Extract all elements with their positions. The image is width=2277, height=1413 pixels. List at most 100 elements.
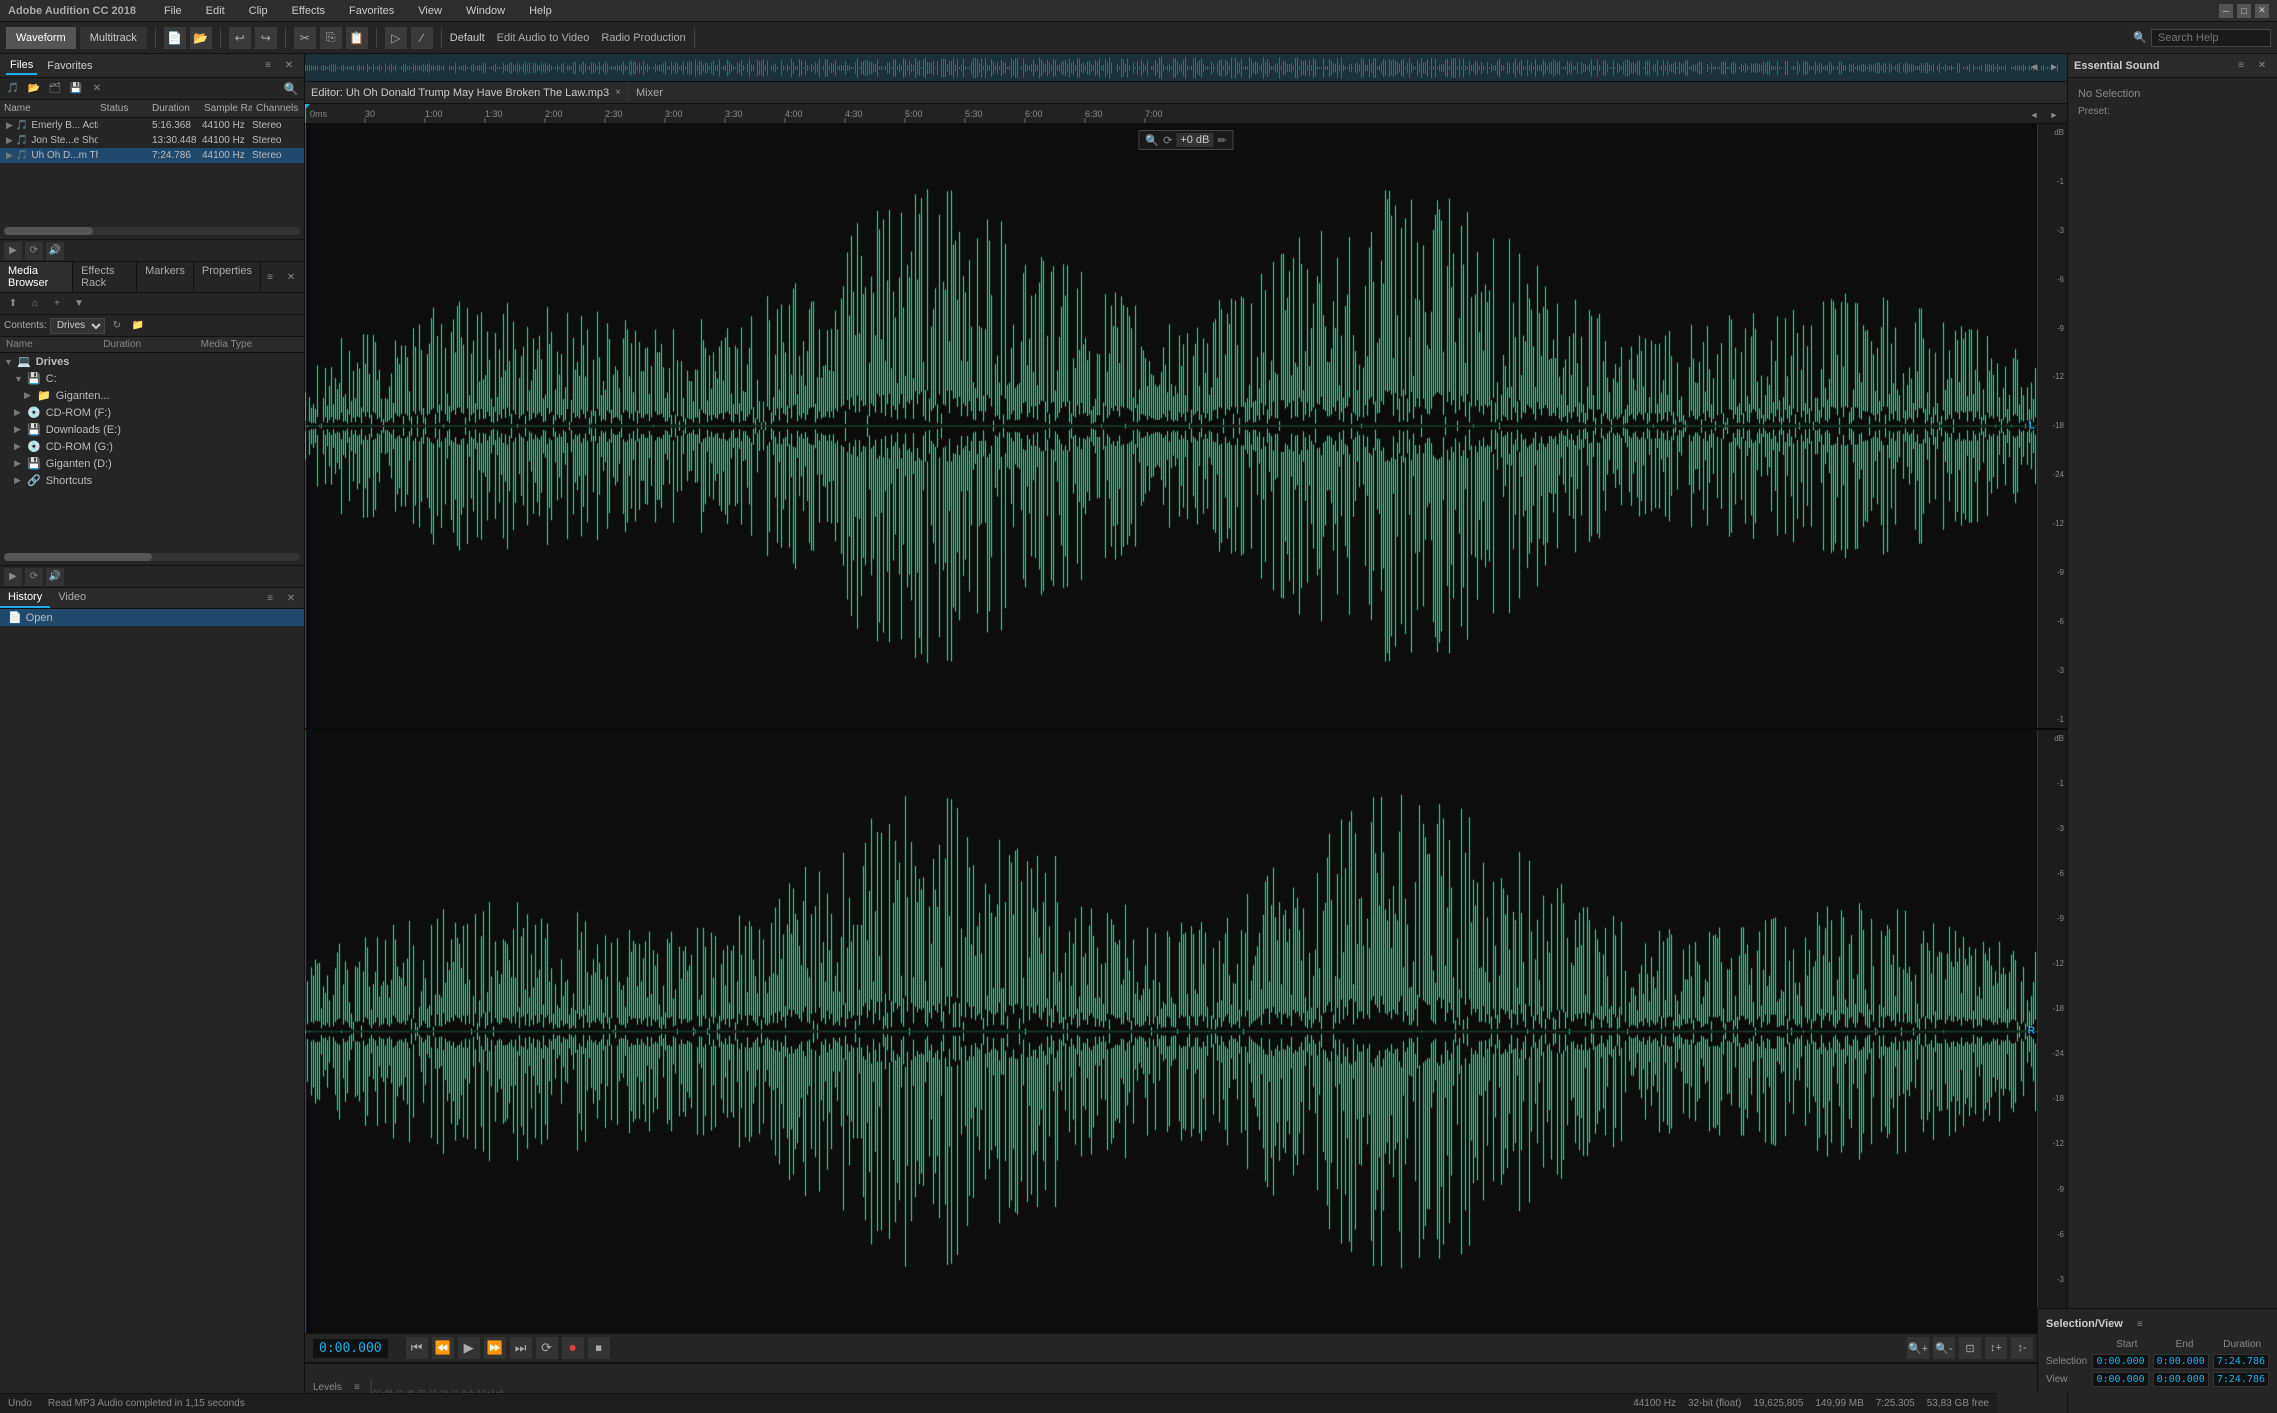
next-btn[interactable]: ⏩ [484, 1337, 506, 1359]
zoom-out-amp-btn[interactable]: ↕- [2011, 1337, 2033, 1359]
panel-close-icon[interactable]: ✕ [280, 57, 298, 75]
sel-end-value[interactable]: 0:00.000 [2153, 1354, 2209, 1369]
save-icon[interactable]: 💾 [67, 80, 85, 98]
waveform-bottom-channel[interactable]: dB -1 -3 -6 -9 -12 -18 -24 -18 -12 -9 -6… [305, 730, 2067, 1334]
waveform-tab[interactable]: Waveform [6, 27, 76, 49]
col-status[interactable]: Status [96, 100, 148, 117]
tree-cdrom-f[interactable]: ▶ 💿 CD-ROM (F:) [0, 404, 304, 421]
paste-icon[interactable]: 📋 [346, 27, 368, 49]
search-input[interactable] [2151, 29, 2271, 47]
minimize-button[interactable]: ─ [2219, 4, 2233, 18]
overview-scroll-right[interactable]: ► [2045, 58, 2063, 76]
open-icon[interactable]: 📂 [25, 80, 43, 98]
menu-clip[interactable]: Clip [243, 3, 274, 19]
col-name[interactable]: Name [0, 100, 96, 117]
media-up-icon[interactable]: ⬆ [4, 295, 22, 313]
zoom-out-time-btn[interactable]: 🔍- [1933, 1337, 1955, 1359]
editor-tab-close[interactable]: × [615, 87, 621, 98]
essential-menu-icon[interactable]: ≡ [2232, 57, 2250, 75]
overlay-loop-icon[interactable]: ⟳ [1163, 134, 1172, 147]
new-folder-icon[interactable]: 📁 [129, 317, 147, 335]
refresh-icon[interactable]: ↻ [108, 317, 126, 335]
media-filter-icon[interactable]: ▼ [70, 295, 88, 313]
overview-bar[interactable]: ◄ ► [305, 54, 2067, 82]
video-tab[interactable]: Video [50, 588, 94, 608]
media-loop-btn[interactable]: ⟳ [25, 568, 43, 586]
skip-end-btn[interactable]: ⏭ [510, 1337, 532, 1359]
media-speaker-btn[interactable]: 🔊 [46, 568, 64, 586]
tree-downloads-e[interactable]: ▶ 💾 Downloads (E:) [0, 421, 304, 438]
radio-production-label[interactable]: Radio Production [601, 32, 685, 44]
markers-tab[interactable]: Markers [137, 262, 194, 292]
folder-icon[interactable]: 🗂 [46, 80, 64, 98]
cut-icon[interactable]: ✂ [294, 27, 316, 49]
time-ruler-zoom-in[interactable]: ► [2045, 106, 2063, 124]
selection-view-menu[interactable]: ≡ [2131, 1315, 2149, 1333]
time-ruler[interactable]: 0ms 30 1:00 1:30 2:00 2:30 3:00 3:30 4:0… [305, 104, 2067, 124]
undo-status[interactable]: Undo [8, 1398, 32, 1409]
tree-c-drive[interactable]: ▼ 💾 C: [0, 370, 304, 387]
skip-start-btn[interactable]: ⏮ [406, 1337, 428, 1359]
media-scrollbar-h[interactable] [4, 553, 300, 561]
loop-btn[interactable]: ⟳ [25, 242, 43, 260]
default-workspace-label[interactable]: Default [450, 32, 485, 44]
zoom-in-amp-btn[interactable]: ↕+ [1985, 1337, 2007, 1359]
effects-rack-tab[interactable]: Effects Rack [73, 262, 137, 292]
close-file-icon[interactable]: ✕ [88, 80, 106, 98]
mixer-tab[interactable]: Mixer [627, 85, 671, 101]
panel-menu-icon[interactable]: ≡ [259, 57, 277, 75]
prev-btn[interactable]: ⏪ [432, 1337, 454, 1359]
tree-drives[interactable]: ▼ 💻 Drives [0, 353, 304, 370]
tree-shortcuts[interactable]: ▶ 🔗 Shortcuts [0, 472, 304, 489]
file-row-2[interactable]: ▶ 🎵 Uh Oh D...m The Law.mp3 7:24.786 441… [0, 148, 304, 163]
record-btn[interactable]: ⏺ [562, 1337, 584, 1359]
overview-scroll-left[interactable]: ◄ [2025, 58, 2043, 76]
speaker-btn[interactable]: 🔊 [46, 242, 64, 260]
view-duration-value[interactable]: 7:24.786 [2213, 1372, 2269, 1387]
play-btn[interactable]: ▶ [4, 242, 22, 260]
zoom-in-time-btn[interactable]: 🔍+ [1907, 1337, 1929, 1359]
waveform-container[interactable]: 🔍 ⟳ +0 dB ✏ dB -1 -3 -6 -9 -12 -18 -24 -… [305, 124, 2067, 1333]
new-audio-icon[interactable]: 🎵 [4, 80, 22, 98]
col-duration[interactable]: Duration [148, 100, 200, 117]
media-browser-tab[interactable]: Media Browser [0, 262, 73, 292]
tree-giganten-d[interactable]: ▶ 💾 Giganten (D:) [0, 455, 304, 472]
maximize-button[interactable]: □ [2237, 4, 2251, 18]
overlay-pencil-icon[interactable]: ✏ [1217, 134, 1226, 147]
media-play-btn[interactable]: ▶ [4, 568, 22, 586]
menu-favorites[interactable]: Favorites [343, 3, 400, 19]
favorites-tab[interactable]: Favorites [43, 58, 96, 74]
files-search-icon[interactable]: 🔍 [282, 80, 300, 98]
files-tab[interactable]: Files [6, 57, 37, 75]
history-close-icon[interactable]: ✕ [282, 589, 300, 607]
play-pause-btn[interactable]: ▶ [458, 1337, 480, 1359]
sel-duration-value[interactable]: 7:24.786 [2213, 1354, 2269, 1369]
history-item-open[interactable]: 📄 Open [0, 609, 304, 626]
close-button[interactable]: ✕ [2255, 4, 2269, 18]
menu-view[interactable]: View [412, 3, 448, 19]
overlay-zoom-icon[interactable]: 🔍 [1145, 134, 1159, 147]
properties-tab[interactable]: Properties [194, 262, 261, 292]
tree-giganten[interactable]: ▶ 📁 Giganten... [0, 387, 304, 404]
copy-icon[interactable]: ⎘ [320, 27, 342, 49]
contents-select[interactable]: Drives [50, 318, 105, 334]
zoom-fit-btn[interactable]: ⊡ [1959, 1337, 1981, 1359]
waveform-top-channel[interactable]: 🔍 ⟳ +0 dB ✏ dB -1 -3 -6 -9 -12 -18 -24 -… [305, 124, 2067, 730]
tree-cdrom-g[interactable]: ▶ 💿 CD-ROM (G:) [0, 438, 304, 455]
view-end-value[interactable]: 0:00.000 [2153, 1372, 2209, 1387]
menu-effects[interactable]: Effects [286, 3, 331, 19]
menu-help[interactable]: Help [523, 3, 558, 19]
menu-file[interactable]: File [158, 3, 188, 19]
loop-play-btn[interactable]: ⟳ [536, 1337, 558, 1359]
history-menu-icon[interactable]: ≡ [261, 589, 279, 607]
stop-btn[interactable]: ⏹ [588, 1337, 610, 1359]
menu-window[interactable]: Window [460, 3, 511, 19]
col-sample-rate[interactable]: Sample Rate [200, 100, 252, 117]
essential-close-icon[interactable]: ✕ [2253, 57, 2271, 75]
col-channels[interactable]: Channels [252, 100, 304, 117]
new-file-icon[interactable]: 📄 [164, 27, 186, 49]
files-scrollbar-h[interactable] [4, 227, 300, 235]
media-close-icon[interactable]: ✕ [282, 268, 300, 286]
file-row-1[interactable]: ▶ 🎵 Jon Ste...e Show Desk.mp3 13:30.448 … [0, 133, 304, 148]
menu-edit[interactable]: Edit [200, 3, 231, 19]
